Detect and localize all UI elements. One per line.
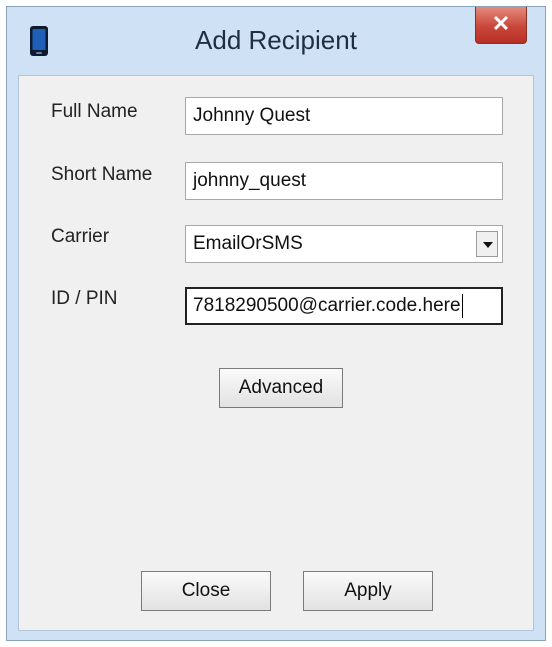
add-recipient-window: Add Recipient ✕ Full Name Johnny Quest S… (0, 0, 552, 647)
carrier-selected-value: EmailOrSMS (193, 233, 303, 254)
close-button[interactable]: Close (141, 571, 271, 611)
title-bar[interactable]: Add Recipient ✕ (7, 7, 545, 75)
dialog-body: Full Name Johnny Quest Short Name johnny… (18, 75, 534, 631)
advanced-button[interactable]: Advanced (219, 368, 343, 408)
id-pin-value: 7818290500@carrier.code.here (193, 295, 461, 316)
carrier-label: Carrier (51, 226, 110, 247)
full-name-field[interactable]: Johnny Quest (185, 97, 503, 135)
window-frame: Add Recipient ✕ Full Name Johnny Quest S… (6, 6, 546, 641)
carrier-select[interactable]: EmailOrSMS (185, 225, 503, 263)
window-title: Add Recipient (195, 25, 357, 55)
close-window-button[interactable]: ✕ (475, 7, 527, 44)
chevron-down-icon[interactable] (476, 231, 498, 257)
short-name-field[interactable]: johnny_quest (185, 162, 503, 200)
apply-button[interactable]: Apply (303, 571, 433, 611)
full-name-label: Full Name (51, 101, 138, 122)
id-pin-field[interactable]: 7818290500@carrier.code.here (185, 287, 503, 325)
id-pin-label: ID / PIN (51, 288, 118, 309)
short-name-label: Short Name (51, 164, 153, 185)
text-caret (461, 293, 463, 318)
